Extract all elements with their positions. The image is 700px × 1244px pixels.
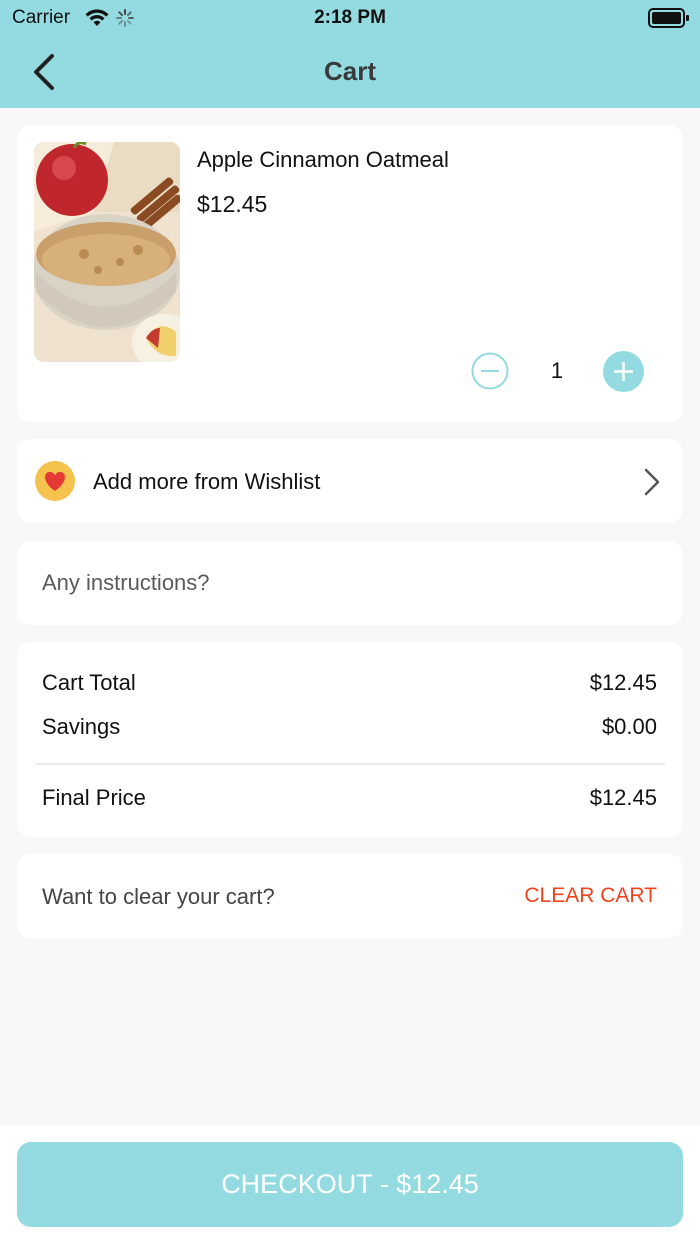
instructions-input[interactable] — [42, 563, 652, 603]
divider — [35, 763, 665, 765]
increase-quantity-button[interactable] — [603, 351, 644, 392]
cart-total-value: $12.45 — [589, 670, 657, 695]
plus-circle-icon — [603, 351, 644, 392]
checkout-button[interactable]: CHECKOUT - $12.45 — [17, 1142, 683, 1227]
wishlist-label: Add more from Wishlist — [93, 469, 321, 494]
cart-total-label: Cart Total — [42, 670, 136, 695]
final-price-label: Final Price — [42, 785, 146, 810]
battery-icon — [648, 8, 690, 34]
savings-value: $0.00 — [601, 714, 657, 739]
heart-icon — [35, 461, 75, 501]
instructions-card — [17, 541, 683, 625]
status-bar: Carrier 2:18 PM — [0, 0, 700, 36]
quantity-value: 1 — [550, 358, 564, 383]
product-name: Apple Cinnamon Oatmeal — [197, 147, 449, 172]
minus-circle-icon — [471, 352, 509, 390]
product-image — [34, 142, 180, 362]
decrease-quantity-button[interactable] — [471, 352, 509, 390]
price-summary-card: Cart Total $12.45 Savings $0.00 Final Pr… — [17, 642, 683, 837]
chevron-right-icon — [643, 467, 661, 497]
page-title: Cart — [323, 56, 376, 86]
add-from-wishlist-row[interactable]: Add more from Wishlist — [17, 439, 683, 523]
clear-cart-question: Want to clear your cart? — [42, 884, 275, 909]
status-time: 2:18 PM — [314, 7, 386, 28]
final-price-value: $12.45 — [589, 785, 657, 810]
clear-cart-button[interactable]: CLEAR CART — [524, 884, 657, 908]
top-header: Carrier 2:18 PM Cart — [0, 0, 700, 108]
clear-cart-card: Want to clear your cart? CLEAR CART — [17, 854, 683, 938]
savings-label: Savings — [42, 714, 121, 739]
product-price: $12.45 — [197, 191, 268, 217]
cart-item-card: Apple Cinnamon Oatmeal $12.45 1 — [17, 125, 683, 422]
